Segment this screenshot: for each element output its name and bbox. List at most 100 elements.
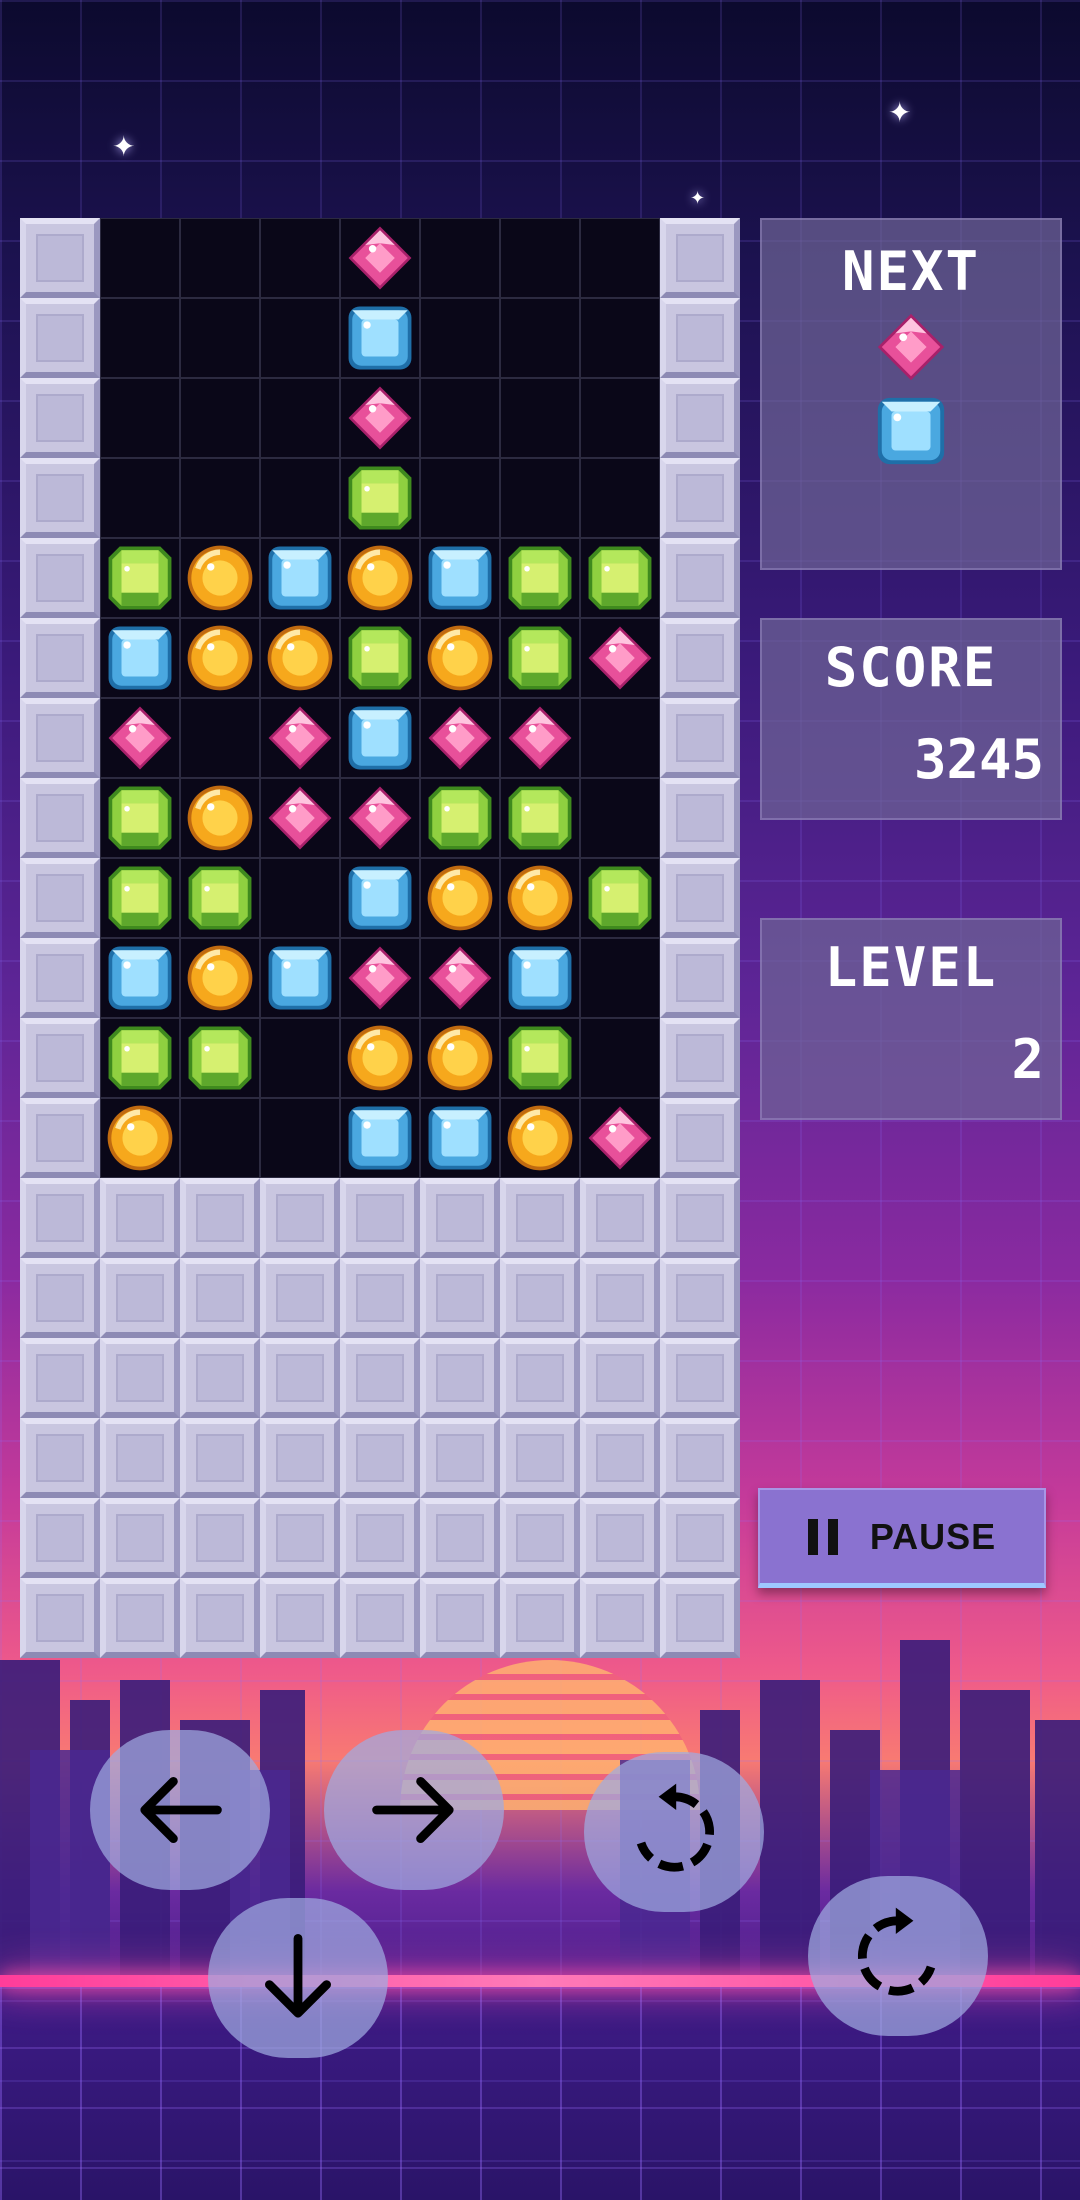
wall-block (20, 538, 100, 618)
empty-cell (500, 218, 580, 298)
wall-block (20, 618, 100, 698)
pink-gem-icon (340, 778, 420, 858)
wall-block (20, 298, 100, 378)
blue-gem-icon (872, 392, 950, 474)
wall-block (340, 1338, 420, 1418)
orange-gem-icon (420, 1018, 500, 1098)
wall-block (420, 1418, 500, 1498)
star-icon: ✦ (690, 188, 706, 209)
wall-block (180, 1338, 260, 1418)
blue-gem-icon (500, 938, 580, 1018)
drop-down-button[interactable] (208, 1898, 388, 2058)
wall-block (420, 1258, 500, 1338)
orange-gem-icon (500, 858, 580, 938)
star-icon: ✦ (112, 130, 136, 163)
green-gem-icon (100, 778, 180, 858)
empty-cell (260, 378, 340, 458)
move-right-button[interactable] (324, 1730, 504, 1890)
rotate-left-button[interactable] (584, 1752, 764, 1912)
wall-block (660, 1338, 740, 1418)
blue-gem-icon (340, 858, 420, 938)
empty-cell (420, 218, 500, 298)
pink-gem-icon (340, 378, 420, 458)
wall-block (180, 1498, 260, 1578)
orange-gem-icon (340, 1018, 420, 1098)
wall-block (20, 698, 100, 778)
wall-block (580, 1338, 660, 1418)
wall-block (500, 1258, 580, 1338)
wall-block (260, 1498, 340, 1578)
orange-gem-icon (180, 778, 260, 858)
green-gem-icon (500, 538, 580, 618)
empty-cell (260, 858, 340, 938)
green-gem-icon (500, 778, 580, 858)
game-board (20, 218, 740, 1658)
wall-block (580, 1178, 660, 1258)
wall-block (660, 1098, 740, 1178)
wall-block (180, 1578, 260, 1658)
pause-button[interactable]: PAUSE (758, 1488, 1046, 1588)
rotate-cw-icon (858, 1907, 936, 1996)
wall-block (500, 1498, 580, 1578)
rotate-right-button[interactable] (808, 1876, 988, 2036)
empty-cell (260, 218, 340, 298)
wall-block (340, 1498, 420, 1578)
wall-block (20, 218, 100, 298)
level-panel: LEVEL 2 (760, 918, 1062, 1120)
blue-gem-icon (100, 938, 180, 1018)
next-title: NEXT (841, 240, 981, 303)
wall-block (20, 778, 100, 858)
wall-block (340, 1578, 420, 1658)
wall-block (340, 1258, 420, 1338)
arrow-down-icon (265, 1934, 331, 2018)
green-gem-icon (180, 858, 260, 938)
orange-gem-icon (420, 618, 500, 698)
pink-gem-icon (500, 698, 580, 778)
pink-gem-icon (580, 618, 660, 698)
wall-block (660, 778, 740, 858)
green-gem-icon (180, 1018, 260, 1098)
empty-cell (180, 458, 260, 538)
wall-block (660, 938, 740, 1018)
orange-gem-icon (180, 538, 260, 618)
empty-cell (180, 298, 260, 378)
wall-block (660, 458, 740, 538)
empty-cell (580, 778, 660, 858)
empty-cell (180, 378, 260, 458)
orange-gem-icon (100, 1098, 180, 1178)
wall-block (20, 1498, 100, 1578)
wall-block (420, 1338, 500, 1418)
wall-block (420, 1498, 500, 1578)
orange-gem-icon (500, 1098, 580, 1178)
green-gem-icon (500, 618, 580, 698)
wall-block (340, 1418, 420, 1498)
rotate-ccw-icon (636, 1783, 714, 1872)
empty-cell (580, 458, 660, 538)
empty-cell (180, 698, 260, 778)
wall-block (660, 698, 740, 778)
wall-block (660, 1418, 740, 1498)
wall-block (260, 1418, 340, 1498)
wall-block (20, 1018, 100, 1098)
wall-block (660, 1498, 740, 1578)
wall-block (260, 1578, 340, 1658)
pink-gem-icon (580, 1098, 660, 1178)
green-gem-icon (340, 458, 420, 538)
score-title: SCORE (824, 636, 998, 699)
empty-cell (420, 458, 500, 538)
wall-block (20, 1578, 100, 1658)
wall-block (20, 1338, 100, 1418)
wall-block (660, 1578, 740, 1658)
score-value: 3245 (913, 728, 1044, 791)
wall-block (20, 858, 100, 938)
empty-cell (180, 1098, 260, 1178)
wall-block (660, 858, 740, 938)
wall-block (20, 938, 100, 1018)
wall-block (580, 1498, 660, 1578)
green-gem-icon (100, 858, 180, 938)
orange-gem-icon (340, 538, 420, 618)
empty-cell (180, 218, 260, 298)
move-left-button[interactable] (90, 1730, 270, 1890)
wall-block (660, 298, 740, 378)
wall-block (20, 378, 100, 458)
